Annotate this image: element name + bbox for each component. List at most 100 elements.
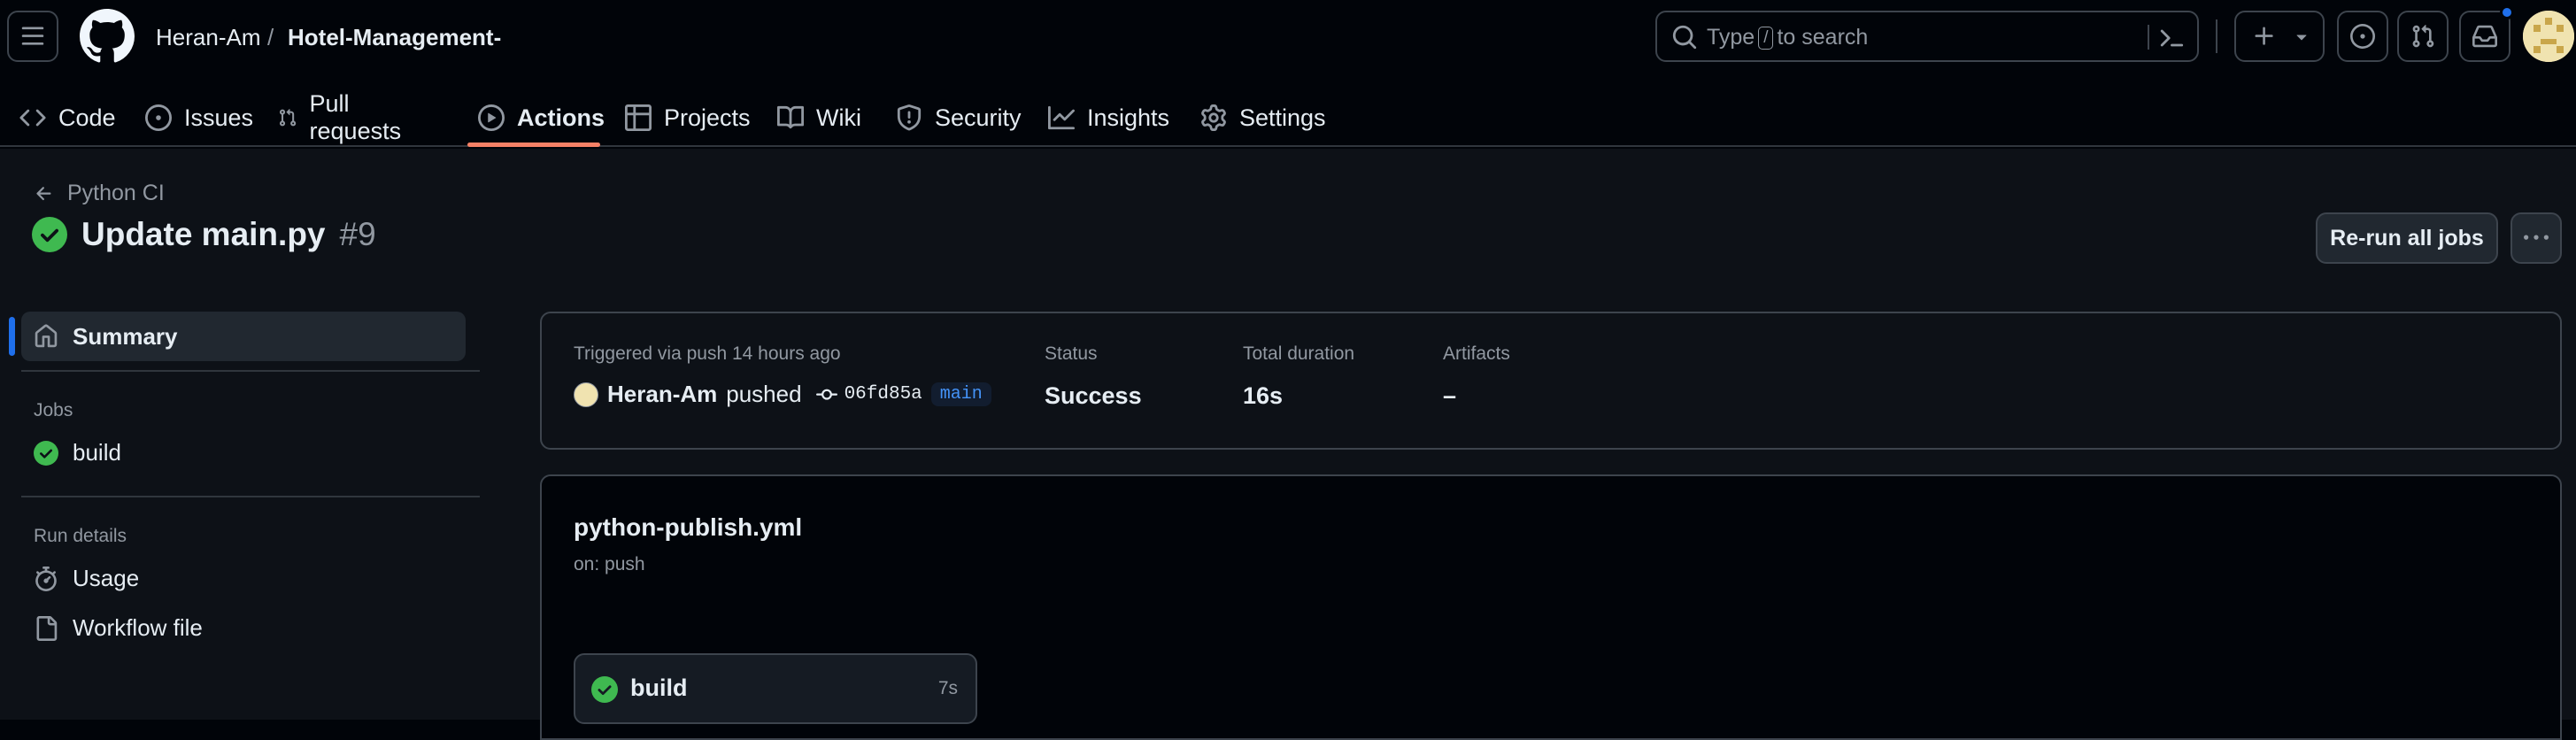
stopwatch-icon xyxy=(35,566,57,591)
slash-key-hint: / xyxy=(1758,27,1774,50)
commit-sha: 06fd85a xyxy=(844,384,922,405)
command-palette-icon[interactable] xyxy=(2158,25,2185,51)
workflow-name-link[interactable]: Python CI xyxy=(67,181,165,206)
tab-wiki[interactable]: Wiki xyxy=(777,89,861,147)
plus-icon xyxy=(2255,27,2273,45)
tab-actions[interactable]: Actions xyxy=(478,89,605,147)
tab-label: Code xyxy=(58,104,116,131)
breadcrumb-owner-link[interactable]: Heran-Am xyxy=(156,19,260,55)
issue-opened-icon xyxy=(145,104,172,131)
search-icon xyxy=(1672,25,1697,50)
check-circle-fill-icon xyxy=(32,217,67,252)
duration-value: 16s xyxy=(1243,382,1284,409)
sidebar-divider xyxy=(21,496,480,497)
more-options-button[interactable] xyxy=(2510,212,2562,264)
artifacts-value: – xyxy=(1443,382,1457,409)
gear-icon xyxy=(1201,104,1226,131)
play-icon xyxy=(478,104,505,131)
tab-label: Pull requests xyxy=(309,90,402,144)
table-icon xyxy=(625,104,652,131)
sidebar-item-summary[interactable]: Summary xyxy=(21,312,466,361)
search-input[interactable]: Type / to search xyxy=(1655,11,2199,62)
your-issues-button[interactable] xyxy=(2337,11,2388,62)
check-circle-fill-icon xyxy=(34,440,58,466)
git-pull-request-icon xyxy=(280,109,297,127)
sidebar-item-workflow-file[interactable]: Workflow file xyxy=(34,614,203,642)
issue-opened-icon xyxy=(2350,24,2375,49)
job-name: build xyxy=(630,674,688,701)
back-to-workflow-link[interactable]: Python CI xyxy=(34,181,165,206)
avatar-identicon-icon xyxy=(2523,11,2574,62)
status-label: Status xyxy=(1045,343,1098,364)
selected-item-indicator xyxy=(9,317,15,356)
tab-label: Wiki xyxy=(816,104,861,131)
your-pull-requests-button[interactable] xyxy=(2397,11,2449,62)
user-avatar[interactable] xyxy=(2523,11,2574,62)
actor-avatar[interactable] xyxy=(574,382,598,407)
global-header: Heran-Am / Hotel-Management- Type / to sea… xyxy=(0,0,2576,147)
duration-label: Total duration xyxy=(1243,343,1355,364)
page-title: Update main.py #9 xyxy=(32,216,376,253)
tab-security[interactable]: Security xyxy=(896,89,1022,147)
book-icon xyxy=(777,105,804,129)
branch-label[interactable]: main xyxy=(930,382,991,406)
sidebar-divider xyxy=(21,370,480,372)
code-icon xyxy=(19,109,46,127)
shield-icon xyxy=(897,104,922,131)
actor-link[interactable]: Heran-Am xyxy=(607,381,717,408)
sidebar-item-job-build[interactable]: build xyxy=(34,439,121,466)
graph-icon xyxy=(1048,105,1075,130)
tab-label: Actions xyxy=(517,104,605,131)
sidebar-item-usage[interactable]: Usage xyxy=(34,565,139,592)
check-circle-fill-icon xyxy=(591,676,618,703)
workflow-run-page: Python CI Update main.py #9 Re-run all j… xyxy=(0,149,2576,740)
search-placeholder: Type / to search xyxy=(1707,25,1869,50)
breadcrumb-separator: / xyxy=(267,24,274,50)
push-info: Heran-Am pushed 06fd85a main xyxy=(574,381,991,408)
tab-insights[interactable]: Insights xyxy=(1048,89,1169,147)
git-pull-request-icon xyxy=(2412,25,2434,48)
sidebar-item-label: Workflow file xyxy=(73,614,203,641)
jobs-heading: Jobs xyxy=(34,400,73,420)
hamburger-icon xyxy=(21,27,44,45)
breadcrumb-repo-link[interactable]: Hotel-Management- xyxy=(288,19,501,55)
tab-pull-requests[interactable]: Pull requests xyxy=(278,89,409,147)
tab-label: Settings xyxy=(1239,104,1326,131)
sidebar-item-label: Usage xyxy=(73,565,140,591)
job-duration: 7s xyxy=(937,678,958,698)
rerun-all-jobs-button[interactable]: Re-run all jobs xyxy=(2316,212,2498,264)
run-title: Update main.py xyxy=(81,216,326,252)
status-value: Success xyxy=(1045,382,1142,409)
tab-label: Projects xyxy=(664,104,751,131)
run-summary-card: Triggered via push 14 hours ago Heran-Am… xyxy=(540,312,2562,450)
create-new-button[interactable] xyxy=(2234,11,2325,62)
tab-settings[interactable]: Settings xyxy=(1200,89,1326,147)
triangle-down-icon xyxy=(2296,35,2307,41)
trigger-info: Triggered via push 14 hours ago xyxy=(574,343,841,364)
tab-code[interactable]: Code xyxy=(19,89,116,147)
job-node-build[interactable]: build 7s xyxy=(574,653,977,724)
arrow-left-icon xyxy=(36,186,51,200)
unread-indicator xyxy=(2500,5,2514,19)
tab-issues[interactable]: Issues xyxy=(145,89,253,147)
git-commit-icon xyxy=(815,389,837,400)
file-icon xyxy=(36,615,58,641)
menu-button[interactable] xyxy=(7,11,58,62)
tab-projects[interactable]: Projects xyxy=(625,89,751,147)
tab-label: Insights xyxy=(1087,104,1170,131)
workflow-file-name[interactable]: python-publish.yml xyxy=(574,513,802,542)
action-text: pushed xyxy=(726,381,802,407)
home-icon xyxy=(35,324,58,348)
tab-label: Issues xyxy=(184,104,254,131)
workflow-graph-card: python-publish.yml on: push build 7s xyxy=(540,474,2562,740)
github-logo-icon[interactable] xyxy=(80,9,135,64)
artifacts-label: Artifacts xyxy=(1443,343,1510,364)
sidebar-item-label: Summary xyxy=(73,322,178,350)
run-number: #9 xyxy=(339,216,376,252)
workflow-trigger: on: push xyxy=(574,554,645,574)
commit-link[interactable]: 06fd85a xyxy=(815,384,922,405)
run-details-heading: Run details xyxy=(34,526,127,546)
kebab-horizontal-icon xyxy=(2524,235,2549,240)
tab-label: Security xyxy=(935,104,1022,131)
active-tab-indicator xyxy=(467,143,600,147)
